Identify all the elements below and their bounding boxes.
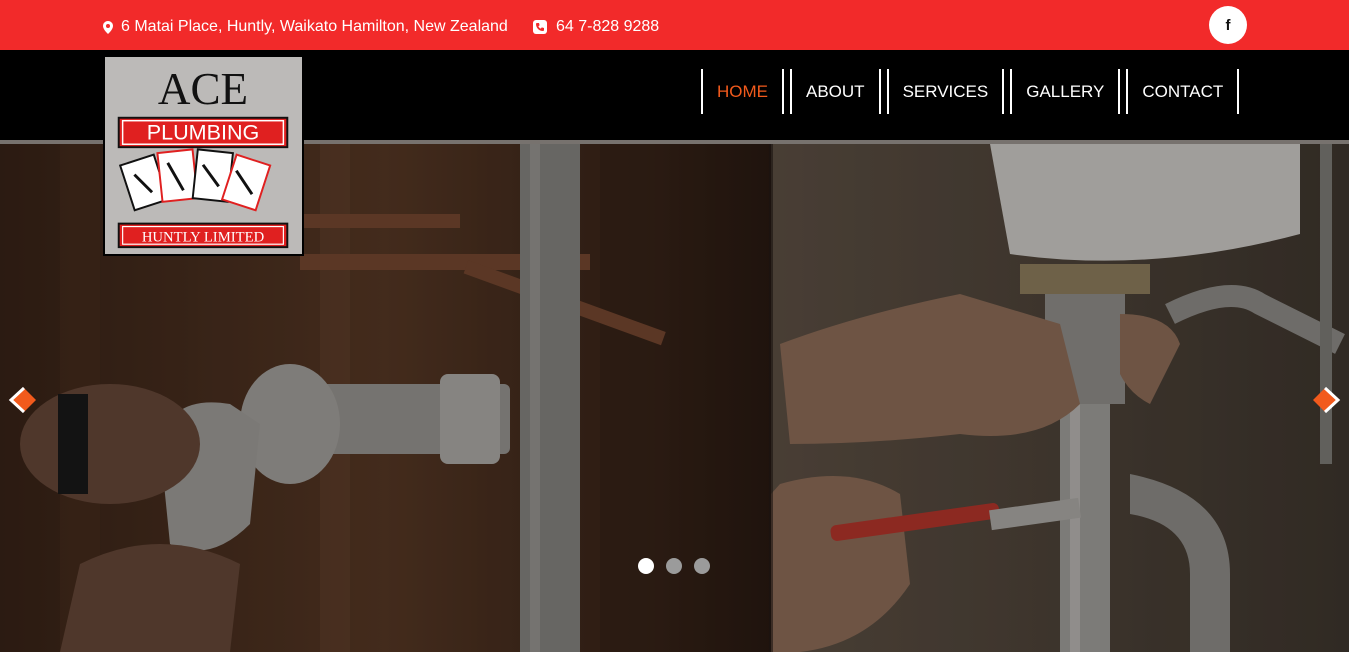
location-pin-icon [103,20,113,34]
slider-dots [638,558,710,574]
address-text: 6 Matai Place, Huntly, Waikato Hamilton,… [121,18,508,35]
logo-huntly: HUNTLY LIMITED [142,229,265,245]
facebook-icon[interactable]: f [1209,6,1247,44]
slider-dot-2[interactable] [666,558,682,574]
address: 6 Matai Place, Huntly, Waikato Hamilton,… [103,18,508,36]
facebook-label: f [1225,16,1231,34]
nav-contact[interactable]: CONTACT [1126,69,1240,114]
nav-gallery[interactable]: GALLERY [1010,69,1121,114]
phone[interactable]: 64 7-828 9288 [533,18,659,36]
phone-text: 64 7-828 9288 [556,18,660,35]
top-bar: 6 Matai Place, Huntly, Waikato Hamilton,… [0,0,1349,50]
logo-plumbing: PLUMBING [147,119,260,144]
nav-home[interactable]: HOME [701,69,784,114]
arrow-right-icon[interactable] [1311,386,1341,414]
slider-dot-3[interactable] [694,558,710,574]
main-nav: HOME ABOUT SERVICES GALLERY CONTACT [701,69,1245,114]
slider-dot-1[interactable] [638,558,654,574]
arrow-left-icon[interactable] [8,386,38,414]
nav-about[interactable]: ABOUT [790,69,881,114]
logo-ace: ACE [158,64,248,114]
nav-services[interactable]: SERVICES [886,69,1005,114]
logo-cards-icon [118,148,272,212]
logo[interactable]: ACE PLUMBING HUNTLY LIMITED [103,55,304,256]
phone-icon [533,20,547,34]
